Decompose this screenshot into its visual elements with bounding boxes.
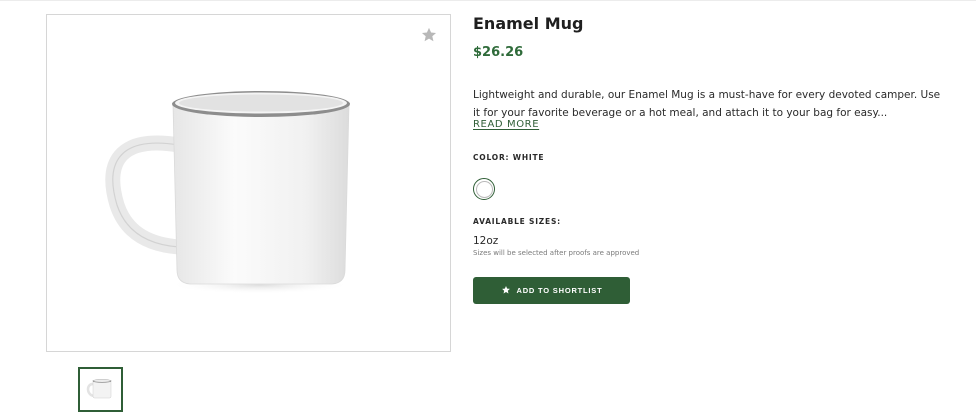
color-label: COLOR: WHITE	[473, 153, 545, 162]
star-icon	[501, 283, 511, 298]
mug-illustration	[105, 91, 352, 294]
top-divider	[0, 0, 976, 1]
product-price: $26.26	[473, 45, 524, 60]
size-value: 12oz	[473, 235, 499, 247]
add-to-shortlist-button[interactable]: ADD TO SHORTLIST	[473, 277, 630, 304]
color-swatch-white[interactable]	[473, 178, 495, 200]
product-image	[46, 14, 451, 352]
sizes-label: AVAILABLE SIZES:	[473, 217, 561, 226]
product-thumbnail[interactable]	[78, 367, 123, 412]
shortlist-button-label: ADD TO SHORTLIST	[516, 286, 603, 295]
product-title: Enamel Mug	[473, 14, 584, 33]
mug-thumbnail-image	[86, 379, 112, 399]
product-description: Lightweight and durable, our Enamel Mug …	[473, 89, 941, 119]
star-icon[interactable]	[420, 26, 438, 44]
read-more-link[interactable]: READ MORE	[473, 119, 539, 130]
size-note: Sizes will be selected after proofs are …	[473, 249, 640, 257]
